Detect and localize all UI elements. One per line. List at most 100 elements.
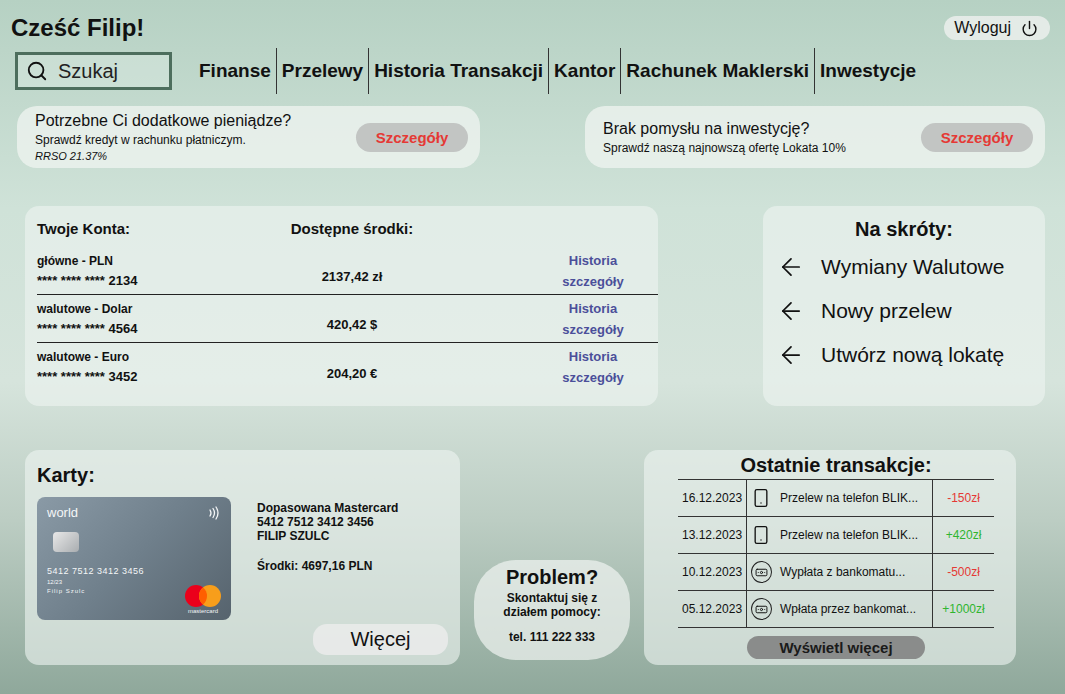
nav-item[interactable]: Rachunek Maklerski xyxy=(620,48,814,94)
promo-card: Potrzebne Ci dodatkowe pieniądze? Sprawdź… xyxy=(17,106,480,168)
transaction-date: 16.12.2023 xyxy=(678,480,746,516)
transaction-type xyxy=(746,480,776,516)
help-text: Skontaktuj się z działem pomocy: xyxy=(484,591,620,620)
atm-icon xyxy=(751,598,772,620)
atm-icon xyxy=(751,561,772,583)
transaction-row[interactable]: 10.12.2023 Wypłata z bankomatu...-500zł xyxy=(678,554,994,591)
promo-subtitle: Sprawdź naszą najnowszą ofertę Lokata 10… xyxy=(603,141,846,155)
details-button[interactable]: Szczegóły xyxy=(921,123,1033,152)
account-name: walutowe - Dolar**** **** **** 4564 xyxy=(37,302,282,336)
chip-icon xyxy=(53,532,79,552)
transaction-date: 10.12.2023 xyxy=(678,554,746,590)
shortcuts-title: Na skróty: xyxy=(855,218,953,241)
promo-subtitle: Sprawdź kredyt w rachunku płatniczym. xyxy=(35,133,291,147)
account-history-link[interactable]: Historiaszczegóły xyxy=(528,349,658,385)
card-face-number: 5412 7512 3412 3456 xyxy=(47,566,221,576)
transaction-description: Przelew na telefon BLIK... xyxy=(776,480,932,516)
transaction-type xyxy=(746,591,776,627)
middle-row: Twoje Konta:Dostępne środki:główne - PLN… xyxy=(0,206,1065,406)
shortcut-item[interactable]: Wymiany Walutowe xyxy=(777,245,1004,289)
shortcut-item[interactable]: Nowy przelew xyxy=(777,289,952,333)
shortcuts-panel: Na skróty: Wymiany WalutoweNowy przelewUt… xyxy=(763,206,1045,406)
account-row: walutowe - Euro**** **** **** 3452204,20… xyxy=(37,343,658,391)
promo-card: Brak pomysłu na inwestycję? Sprawdź naszą… xyxy=(585,106,1045,168)
card-expiry: 12/23 xyxy=(47,579,221,585)
nav-item[interactable]: Historia Transakcji xyxy=(368,48,548,94)
account-balance: 420,42 $ xyxy=(282,305,422,332)
account-balance: 2137,42 zł xyxy=(282,257,422,284)
transaction-date: 05.12.2023 xyxy=(678,591,746,627)
search-input[interactable] xyxy=(56,59,161,84)
cards-panel: Karty:world5412 7512 3412 345612/23Filip… xyxy=(25,450,460,665)
account-history-link[interactable]: Historiaszczegóły xyxy=(528,301,658,337)
balance-header: Dostępne środki: xyxy=(282,220,422,247)
transactions-table: 16.12.2023 Przelew na telefon BLIK...-150… xyxy=(678,479,994,628)
transaction-description: Wpłata przez bankomat... xyxy=(776,591,932,627)
accounts-table: Twoje Konta:Dostępne środki:główne - PLN… xyxy=(37,220,658,391)
account-row: walutowe - Dolar**** **** **** 4564420,4… xyxy=(37,295,658,343)
search-box[interactable] xyxy=(15,52,172,90)
account-balance: 204,20 € xyxy=(282,354,422,381)
help-phone[interactable]: tel. 111 222 333 xyxy=(509,630,595,644)
help-bubble: Problem?Skontaktuj się z działem pomocy:… xyxy=(474,560,630,660)
account-number: **** **** **** 4564 xyxy=(37,321,282,336)
promo-row: Potrzebne Ci dodatkowe pieniądze? Sprawdź… xyxy=(0,106,1065,168)
accounts-panel: Twoje Konta:Dostępne środki:główne - PLN… xyxy=(25,206,658,406)
transactions-panel: Ostatnie transakcje: 16.12.2023 Przelew na… xyxy=(644,450,1016,665)
bottom-row: Karty:world5412 7512 3412 345612/23Filip… xyxy=(0,450,1065,665)
promo-text: Potrzebne Ci dodatkowe pieniądze? Sprawdź… xyxy=(35,112,291,162)
transaction-row[interactable]: 16.12.2023 Przelew na telefon BLIK...-150… xyxy=(678,480,994,517)
transaction-amount: +420zł xyxy=(932,517,994,553)
arrow-left-icon xyxy=(777,297,805,325)
greeting: Cześć Filip! xyxy=(11,14,144,42)
account-history-link[interactable]: Historiaszczegóły xyxy=(528,253,658,289)
header: Cześć Filip! Wyloguj xyxy=(0,0,1065,42)
transaction-row[interactable]: 13.12.2023 Przelew na telefon BLIK...+420… xyxy=(678,517,994,554)
search-icon xyxy=(26,60,48,82)
transaction-amount: -150zł xyxy=(932,480,994,516)
transaction-row[interactable]: 05.12.2023 Wpłata przez bankomat...+1000z… xyxy=(678,591,994,628)
transaction-amount: +1000zł xyxy=(932,591,994,627)
promo-title: Potrzebne Ci dodatkowe pieniądze? xyxy=(35,112,291,130)
transaction-type xyxy=(746,554,776,590)
phone-icon xyxy=(751,488,771,508)
card-details: Dopasowana Mastercard5412 7512 3412 3456… xyxy=(257,497,448,620)
logout-button[interactable]: Wyloguj xyxy=(944,16,1050,40)
help-title: Problem? xyxy=(506,566,598,589)
contactless-icon xyxy=(207,506,221,520)
account-number: **** **** **** 3452 xyxy=(37,369,282,384)
cards-title: Karty: xyxy=(37,464,448,487)
nav-row: FinansePrzelewyHistoria TransakcjiKantor… xyxy=(0,42,1065,94)
account-name: główne - PLN**** **** **** 2134 xyxy=(37,254,282,288)
more-button[interactable]: Więcej xyxy=(313,624,448,655)
arrow-left-icon xyxy=(777,253,805,281)
show-more-button[interactable]: Wyświetl więcej xyxy=(747,636,925,659)
cards-body: world5412 7512 3412 345612/23Filip Szulc… xyxy=(37,497,448,620)
account-row: główne - PLN**** **** **** 21342137,42 z… xyxy=(37,247,658,295)
shortcut-item[interactable]: Utwórz nową lokatę xyxy=(777,333,1004,377)
promo-title: Brak pomysłu na inwestycję? xyxy=(603,120,846,138)
promo-note: RRSO 21.37% xyxy=(35,150,291,162)
power-icon xyxy=(1021,20,1038,37)
promo-text: Brak pomysłu na inwestycję? Sprawdź naszą… xyxy=(603,120,846,155)
arrow-left-icon xyxy=(777,341,805,369)
account-name: walutowe - Euro**** **** **** 3452 xyxy=(37,350,282,384)
account-number: **** **** **** 2134 xyxy=(37,273,282,288)
transaction-description: Wypłata z bankomatu... xyxy=(776,554,932,590)
payment-card[interactable]: world5412 7512 3412 345612/23Filip Szulc… xyxy=(37,497,231,620)
nav-item[interactable]: Inwestycje xyxy=(814,48,921,94)
phone-icon xyxy=(751,525,771,545)
mastercard-logo-icon xyxy=(183,584,223,608)
transactions-title: Ostatnie transakcje: xyxy=(740,454,931,477)
transaction-amount: -500zł xyxy=(932,554,994,590)
nav-item[interactable]: Przelewy xyxy=(276,48,368,94)
mastercard-logo: mastercard xyxy=(183,584,223,614)
main-nav: FinansePrzelewyHistoria TransakcjiKantor… xyxy=(194,48,1055,94)
transaction-date: 13.12.2023 xyxy=(678,517,746,553)
nav-item[interactable]: Kantor xyxy=(548,48,620,94)
transaction-type xyxy=(746,517,776,553)
transaction-description: Przelew na telefon BLIK... xyxy=(776,517,932,553)
card-top: world xyxy=(47,505,221,520)
nav-item[interactable]: Finanse xyxy=(194,48,276,94)
details-button[interactable]: Szczegóły xyxy=(356,123,468,152)
